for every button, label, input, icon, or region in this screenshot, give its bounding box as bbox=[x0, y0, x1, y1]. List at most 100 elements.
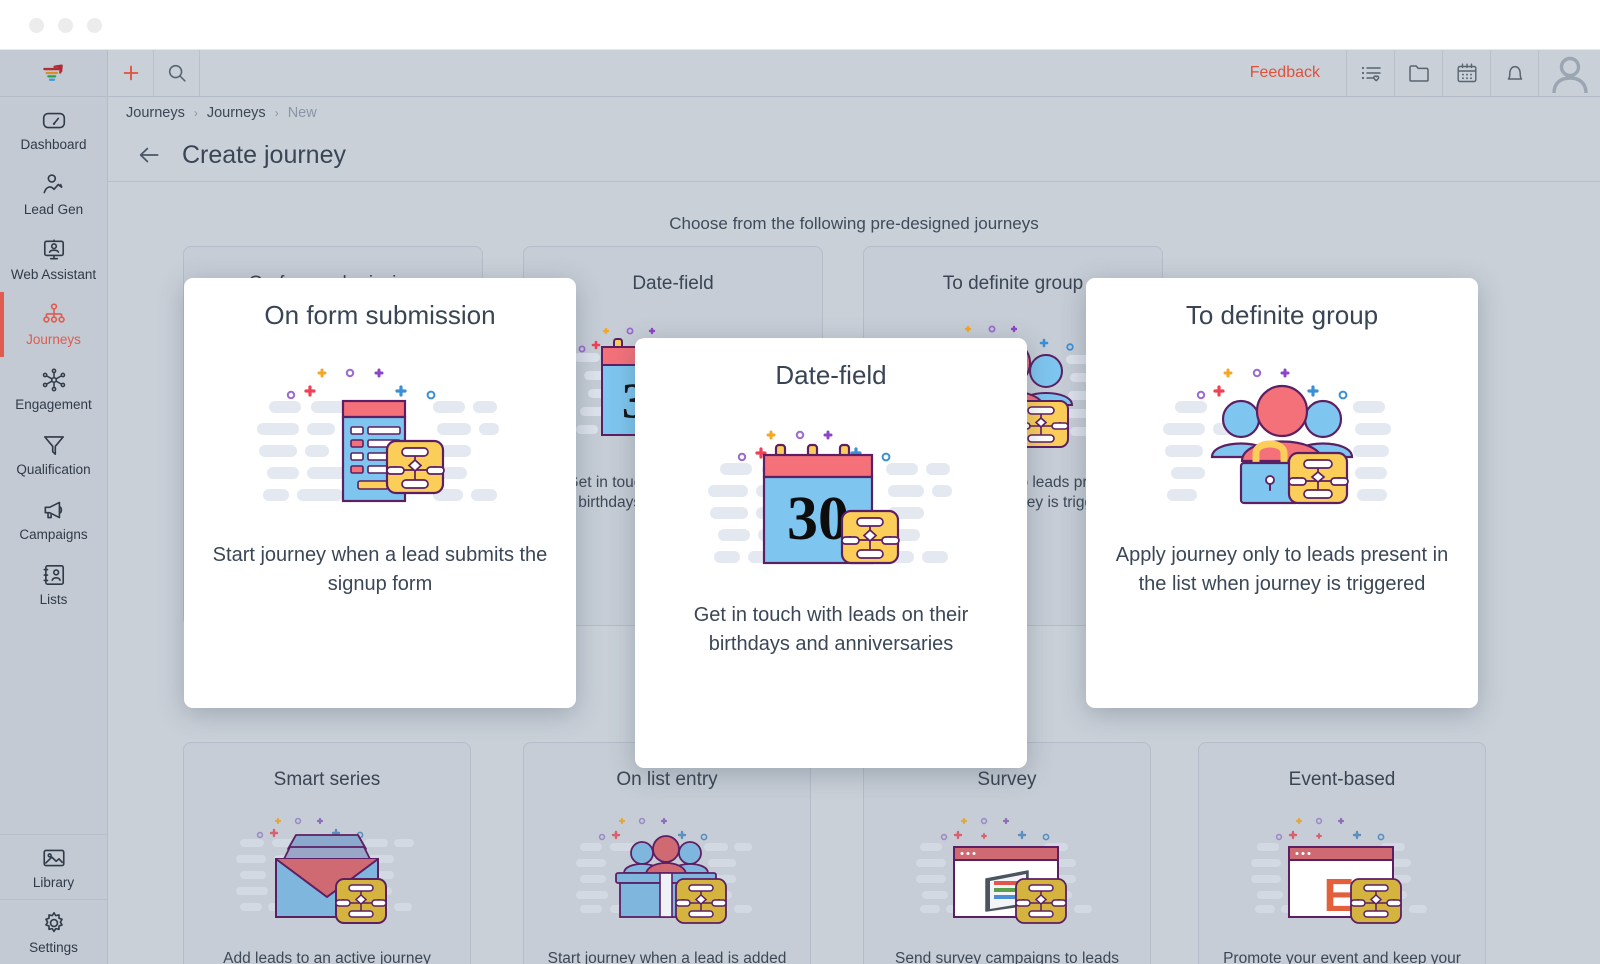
user-avatar-button[interactable] bbox=[1538, 50, 1600, 96]
search-icon bbox=[168, 64, 186, 82]
gauge-icon bbox=[42, 112, 65, 129]
journey-card-date-field[interactable]: Date-field 30 Get in touch with leads on… bbox=[635, 338, 1027, 768]
card-description: Get in touch with leads on their birthda… bbox=[693, 604, 969, 655]
sidebar-item-label: Settings bbox=[29, 939, 78, 955]
megaphone-icon bbox=[44, 501, 62, 519]
gear-icon bbox=[44, 911, 63, 933]
card-description: Add leads to an active journey without s… bbox=[223, 950, 431, 964]
journey-card-on-form-submission[interactable]: On form submission Start journey when a … bbox=[184, 278, 576, 708]
sidebar-item-campaigns[interactable]: Campaigns bbox=[0, 487, 107, 552]
app-shell: Dashboard Lead Gen Web Assistant Journey… bbox=[0, 50, 1600, 964]
page-title: Create journey bbox=[182, 140, 346, 169]
card-title: Date-field bbox=[632, 273, 714, 294]
add-button[interactable] bbox=[108, 50, 154, 96]
card-title: Survey bbox=[977, 769, 1037, 790]
sidebar-item-library[interactable]: Library bbox=[0, 834, 107, 899]
breadcrumb-separator: › bbox=[193, 106, 198, 120]
sidebar-item-label: Engagement bbox=[15, 397, 92, 413]
window-titlebar bbox=[0, 0, 1600, 50]
envelopes-art bbox=[232, 805, 422, 935]
calendar-art-svg: 30 bbox=[708, 430, 952, 565]
sidebar-item-web-assistant[interactable]: Web Assistant bbox=[0, 227, 107, 292]
journeys-icon bbox=[42, 303, 65, 323]
breadcrumb-item-3: New bbox=[287, 105, 317, 121]
feedback-button[interactable]: Feedback bbox=[1224, 50, 1346, 96]
app-logo[interactable] bbox=[0, 50, 107, 97]
journey-card-on-list-entry[interactable]: On list entry Start journey when a lead … bbox=[523, 742, 811, 964]
window-zoom-button[interactable] bbox=[87, 18, 102, 33]
card-description: Send survey campaigns to leads who enter… bbox=[894, 950, 1120, 964]
sidebar-item-journeys[interactable]: Journeys bbox=[0, 292, 107, 357]
card-description: Start journey when a lead submits the si… bbox=[212, 544, 548, 595]
plus-icon bbox=[123, 65, 138, 81]
sidebar-item-label: Web Assistant bbox=[10, 267, 97, 283]
sidebar-item-lead-gen[interactable]: Lead Gen bbox=[0, 162, 107, 227]
sidebar-item-dashboard[interactable]: Dashboard bbox=[0, 97, 107, 162]
sidebar-item-label: Lists bbox=[39, 592, 68, 608]
card-description: Start journey when a lead is added to th… bbox=[547, 950, 787, 964]
sidebar-item-label: Campaigns bbox=[19, 527, 88, 543]
sidebar: Dashboard Lead Gen Web Assistant Journey… bbox=[0, 50, 108, 964]
event-art: E bbox=[1247, 805, 1437, 935]
web-assistant-icon bbox=[43, 239, 64, 260]
sidebar-item-label: Dashboard bbox=[20, 137, 87, 153]
funnel-icon bbox=[43, 436, 64, 456]
calendar-art: 30 bbox=[706, 407, 956, 587]
card-title: On form submission bbox=[264, 300, 496, 330]
avatar bbox=[1551, 56, 1588, 94]
sidebar-item-label: Journeys bbox=[26, 332, 81, 348]
top-navigation-bar: Feedback bbox=[108, 50, 1600, 97]
journey-template-picker: Choose from the following pre-designed j… bbox=[108, 182, 1600, 964]
bell-icon bbox=[1507, 65, 1522, 80]
funnel-arrow-logo-icon bbox=[42, 64, 63, 81]
arrow-left-icon bbox=[139, 147, 159, 163]
sidebar-item-qualification[interactable]: Qualification bbox=[0, 422, 107, 487]
picker-subtitle: Choose from the following pre-designed j… bbox=[669, 214, 1039, 233]
card-title: To definite group bbox=[942, 273, 1084, 294]
sidebar-item-label: Library bbox=[32, 874, 75, 890]
journey-card-to-definite-group[interactable]: To definite group Apply journey only to … bbox=[1086, 278, 1478, 708]
sidebar-bottom-group: Library Settings bbox=[0, 834, 107, 964]
sidebar-item-label: Lead Gen bbox=[23, 202, 84, 218]
breadcrumb-item-1[interactable]: Journeys bbox=[126, 105, 185, 121]
calendar-day: 30 bbox=[787, 485, 849, 553]
sidebar-item-lists[interactable]: Lists bbox=[0, 552, 107, 617]
card-title: Date-field bbox=[775, 360, 887, 390]
card-description: Promote your event and keep your leads i… bbox=[1223, 950, 1461, 964]
back-button[interactable] bbox=[134, 140, 164, 170]
sidebar-item-engagement[interactable]: Engagement bbox=[0, 357, 107, 422]
list-entry-art bbox=[572, 805, 762, 935]
journey-card-event-based[interactable]: Event-based E Promote your event and kee… bbox=[1198, 742, 1486, 964]
window-close-button[interactable] bbox=[29, 18, 44, 33]
card-title: To definite group bbox=[1185, 300, 1379, 330]
list-entry-art-svg bbox=[576, 817, 752, 924]
engagement-icon bbox=[42, 368, 65, 392]
envelopes-art-svg bbox=[236, 817, 414, 924]
breadcrumb-item-2[interactable]: Journeys bbox=[207, 105, 266, 121]
group-lock-art-svg bbox=[1163, 368, 1391, 505]
calendar-button[interactable] bbox=[1442, 50, 1490, 96]
card-title: On list entry bbox=[616, 769, 718, 790]
sidebar-item-settings[interactable]: Settings bbox=[0, 899, 107, 964]
window-minimize-button[interactable] bbox=[58, 18, 73, 33]
tasks-button[interactable] bbox=[1346, 50, 1394, 96]
breadcrumb: Journeys › Journeys › New bbox=[108, 97, 1600, 129]
page-header: Create journey bbox=[108, 129, 1600, 182]
feedback-label: Feedback bbox=[1249, 64, 1320, 81]
journey-card-smart-series[interactable]: Smart series Add leads to an active jour… bbox=[183, 742, 471, 964]
files-button[interactable] bbox=[1394, 50, 1442, 96]
survey-art-svg bbox=[916, 817, 1092, 924]
notifications-button[interactable] bbox=[1490, 50, 1538, 96]
group-lock-art bbox=[1157, 347, 1407, 527]
image-icon bbox=[42, 849, 65, 867]
svg-text:E: E bbox=[1324, 869, 1355, 921]
search-button[interactable] bbox=[154, 50, 200, 96]
breadcrumb-separator: › bbox=[274, 106, 279, 120]
card-title: Smart series bbox=[273, 769, 381, 790]
journey-card-survey[interactable]: Survey Send survey campaigns to leads bbox=[863, 742, 1151, 964]
card-title: Event-based bbox=[1288, 769, 1396, 790]
form-art bbox=[255, 347, 505, 527]
card-description: Apply journey only to leads present in t… bbox=[1115, 544, 1449, 595]
lead-gen-icon bbox=[42, 174, 63, 194]
